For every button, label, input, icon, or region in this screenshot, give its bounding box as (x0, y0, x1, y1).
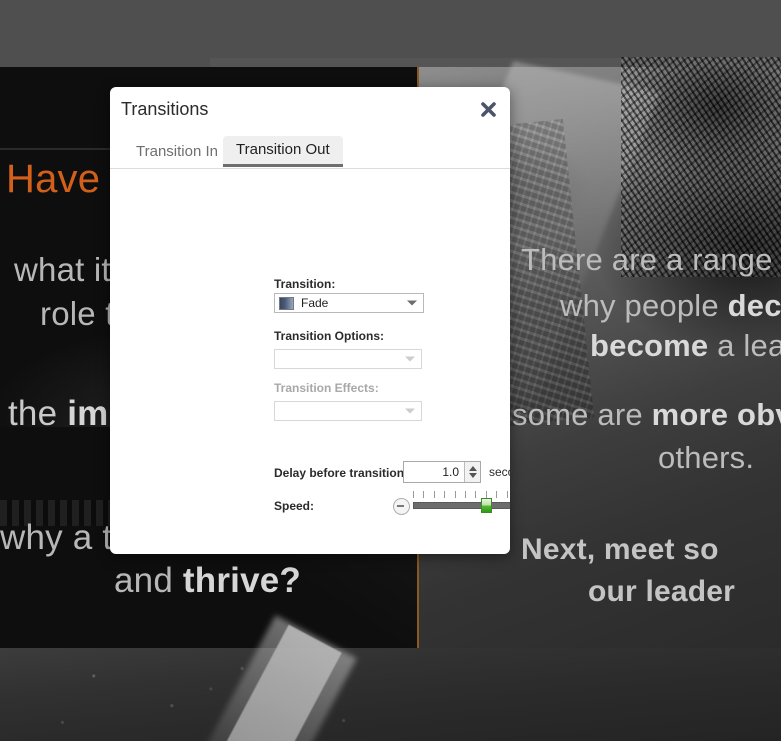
delay-spinner-buttons[interactable] (464, 462, 480, 482)
slide-text-right-3: become a lea (590, 328, 781, 363)
tab-bar: Transition In Transition Out (110, 136, 510, 169)
transition-effects-select[interactable] (274, 401, 422, 421)
road-speckle (0, 648, 781, 741)
transition-select[interactable]: Fade (274, 293, 424, 313)
slide-text-left-5: and thrive? (114, 561, 302, 600)
slide-text-right-2: why people deci (560, 288, 781, 323)
slide-text-left-2: role t (40, 295, 115, 332)
spinner-down-icon[interactable] (468, 473, 477, 478)
speed-slider-ticks (413, 491, 510, 498)
close-icon[interactable] (476, 97, 500, 121)
slide-photo-bottom (0, 615, 781, 741)
fade-preview-icon (279, 296, 294, 310)
transition-effects-label: Transition Effects: (274, 381, 379, 395)
delay-label: Delay before transition: (274, 466, 409, 480)
speed-slider-thumb[interactable] (481, 498, 492, 513)
slide-text-right-7: our leader (588, 575, 736, 608)
transition-options-select[interactable] (274, 349, 422, 369)
delay-value[interactable]: 1.0 (404, 462, 464, 482)
chevron-down-icon (405, 356, 415, 362)
tab-transition-in[interactable]: Transition In (123, 136, 231, 167)
slide-text-right-6: Next, meet so (521, 533, 719, 566)
speed-decrease-button[interactable] (393, 498, 410, 515)
tab-transition-out[interactable]: Transition Out (223, 136, 343, 167)
slide-text-right-1: There are a range of (521, 242, 781, 277)
chevron-down-icon (405, 408, 415, 414)
dialog-title: Transitions (121, 99, 209, 119)
screen: Have yo what it i role t the imp why a t… (0, 0, 781, 741)
transition-options-label: Transition Options: (274, 329, 384, 343)
slide-text-right-4: some are more obvi (512, 397, 781, 432)
slide-text-right-5: others. (658, 440, 755, 475)
transition-label: Transition: (274, 277, 336, 291)
delay-unit-label: seconds (489, 465, 510, 479)
speed-slider[interactable] (391, 491, 510, 519)
speed-slider-track[interactable] (413, 502, 510, 509)
chevron-down-icon (407, 300, 417, 306)
spinner-up-icon[interactable] (468, 466, 477, 471)
delay-stepper[interactable]: 1.0 (403, 461, 481, 483)
transitions-dialog: Transitions Transition In Transition Out… (110, 87, 510, 554)
transition-select-value: Fade (301, 296, 329, 310)
speed-label: Speed: (274, 499, 315, 513)
dialog-body: Transition: Fade Transition Options: Tra… (110, 169, 510, 554)
